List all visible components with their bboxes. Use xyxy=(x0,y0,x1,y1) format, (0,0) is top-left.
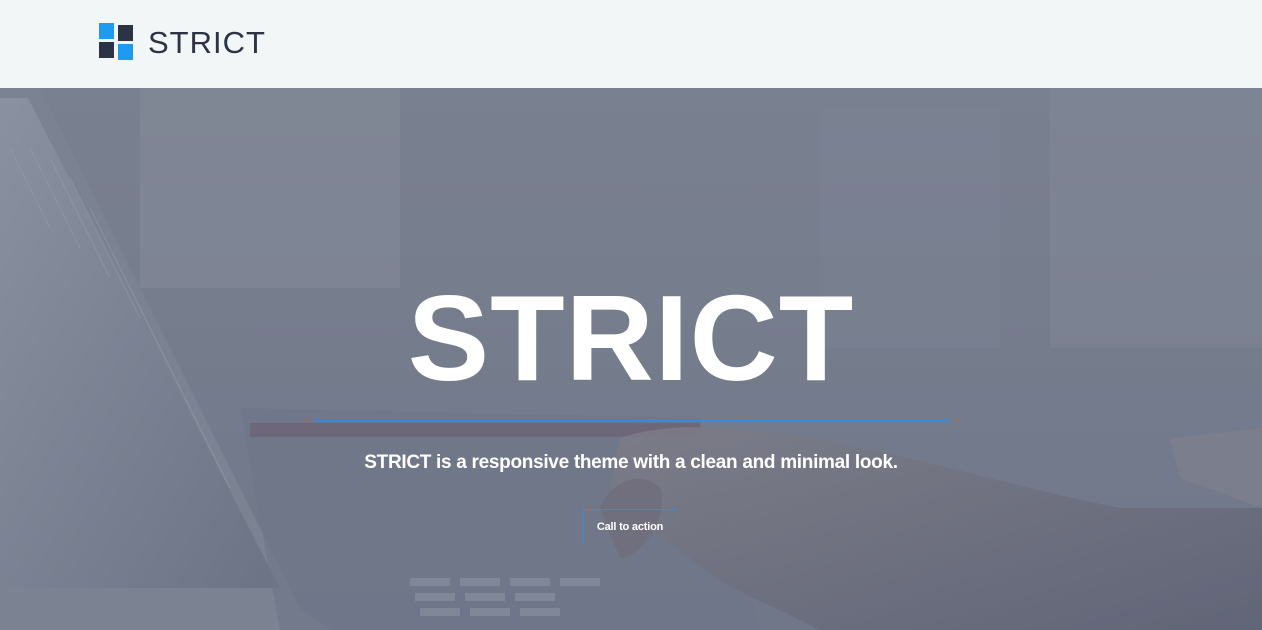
hero-title: STRICT xyxy=(407,270,855,406)
logo-grid-icon xyxy=(99,23,133,60)
hero-section: STRICT STRICT is a responsive theme with… xyxy=(0,88,1262,630)
site-header: STRICT xyxy=(0,0,1262,88)
hero-divider xyxy=(315,420,949,421)
call-to-action-button[interactable]: Call to action xyxy=(583,509,676,544)
logo-text: STRICT xyxy=(148,25,266,60)
hero-subtitle: STRICT is a responsive theme with a clea… xyxy=(364,452,898,473)
logo-link[interactable]: STRICT xyxy=(99,23,266,60)
page: STRICT STRICT STRICT is a responsive the… xyxy=(0,0,1262,630)
